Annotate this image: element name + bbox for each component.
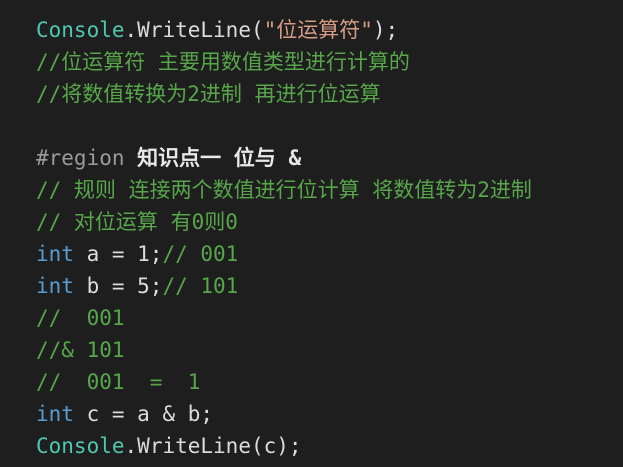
code-line-6: // 规则 连接两个数值进行位计算 将数值转为2进制 (36, 178, 532, 202)
code-line-3: //将数值转换为2进制 再进行位运算 (36, 82, 381, 106)
inline-comment: // 001 (162, 242, 239, 266)
code-line-9: int b = 5;// 101 (36, 274, 239, 298)
code-editor[interactable]: Console.WriteLine("位运算符"); //位运算符 主要用数值类… (0, 0, 623, 467)
code-line-2: //位运算符 主要用数值类型进行计算的 (36, 50, 410, 74)
code-line-1: Console.WriteLine("位运算符"); (36, 18, 399, 42)
code-line-10: // 001 (36, 306, 125, 330)
code-line-14: Console.WriteLine(c); (36, 434, 302, 458)
code-line-7: // 对位运算 有0则0 (36, 210, 238, 234)
keyword-int: int (36, 274, 74, 298)
keyword-int: int (36, 402, 74, 426)
code-line-11: //& 101 (36, 338, 125, 362)
class-name: Console (36, 434, 125, 458)
region-label: 知识点一 位与 & (124, 146, 302, 170)
class-name: Console (36, 18, 125, 42)
code-line-5: #region 知识点一 位与 & (36, 142, 301, 174)
code-line-13: int c = a & b; (36, 402, 214, 426)
region-directive: #region (36, 146, 125, 170)
code-line-8: int a = 1;// 001 (36, 242, 239, 266)
method-call: WriteLine(c); (137, 434, 302, 458)
inline-comment: // 101 (162, 274, 239, 298)
method-call: WriteLine( (137, 18, 264, 42)
string-literal: "位运算符" (263, 18, 373, 42)
code-line-12: // 001 = 1 (36, 370, 201, 394)
keyword-int: int (36, 242, 74, 266)
